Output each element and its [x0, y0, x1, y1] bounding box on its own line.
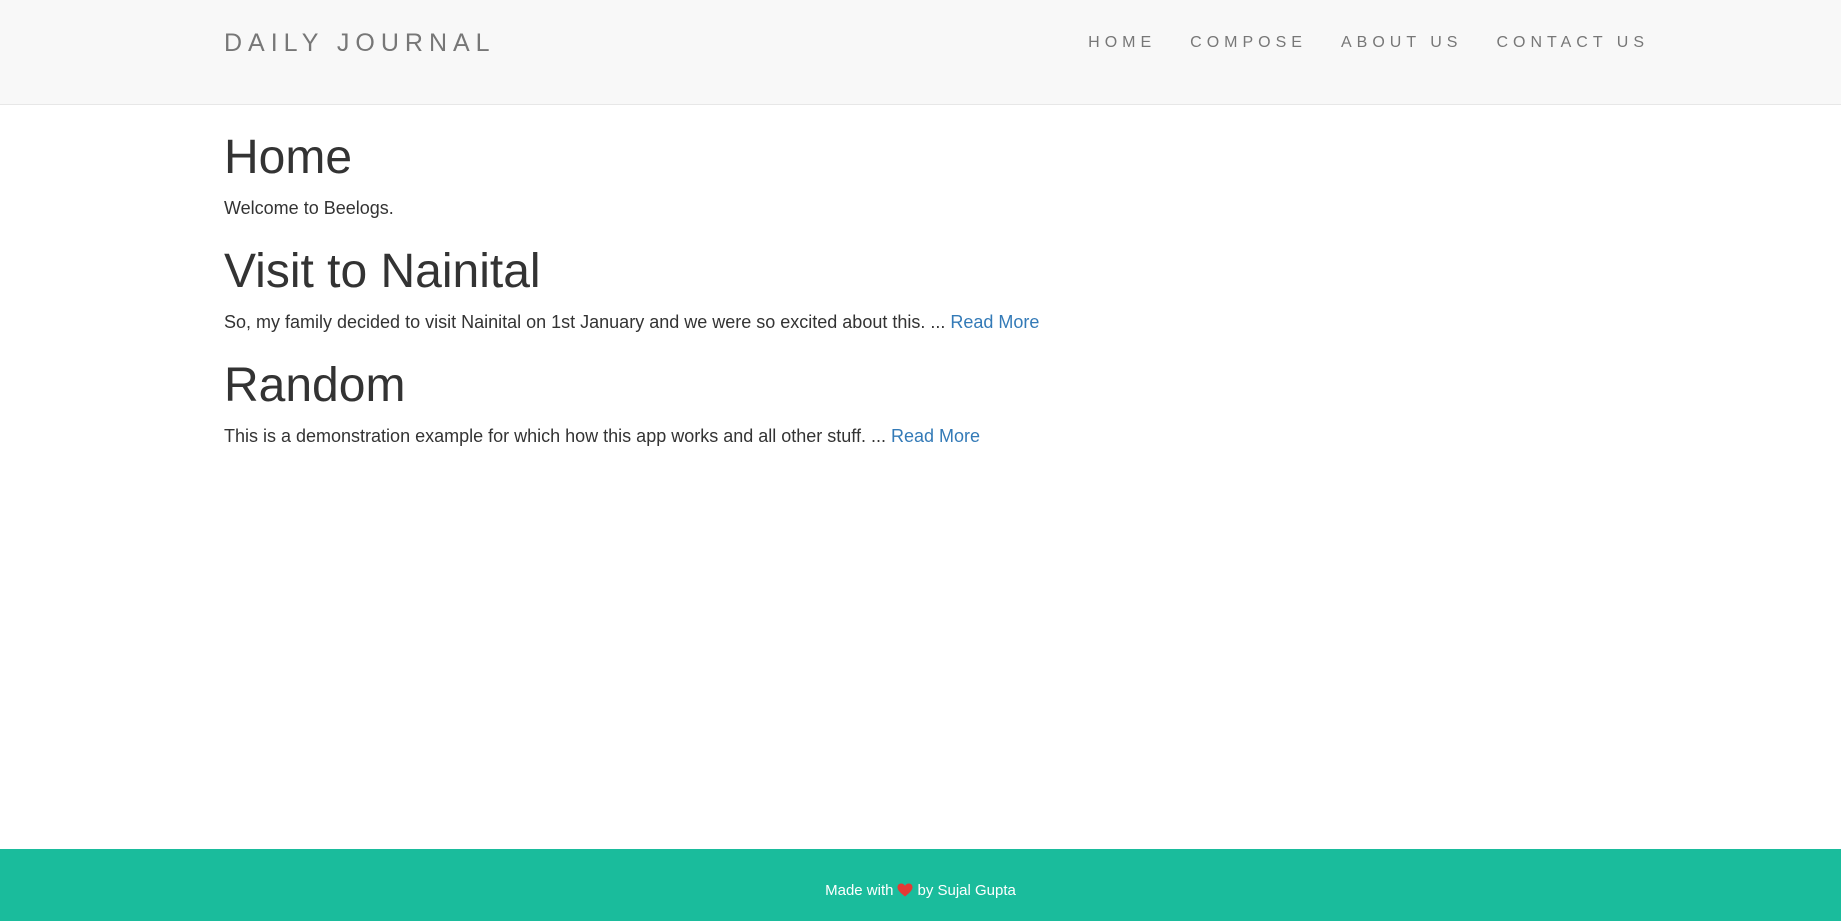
home-intro-text: Welcome to Beelogs.: [224, 198, 394, 218]
read-more-link[interactable]: Read More: [891, 426, 980, 446]
top-navbar: DAILY JOURNAL HOME COMPOSE ABOUT US CONT…: [0, 0, 1841, 105]
main-content: Home Welcome to Beelogs. Visit to Nainit…: [224, 105, 1617, 449]
page-title: Home: [224, 131, 353, 184]
nav-menu: HOME COMPOSE ABOUT US CONTACT US: [1054, 33, 1649, 53]
footer-credit-prefix: Made with: [825, 882, 894, 899]
nav-item-compose: COMPOSE: [1156, 33, 1307, 53]
nav-link-about-us[interactable]: ABOUT US: [1307, 33, 1463, 53]
post-excerpt: So, my family decided to visit Nainital …: [224, 309, 1617, 335]
footer-credit-suffix: by Sujal Gupta: [917, 882, 1016, 899]
footer: Made with by Sujal Gupta: [0, 849, 1841, 921]
footer-credit: Made with by Sujal Gupta: [0, 849, 1841, 901]
post-excerpt-text: This is a demonstration example for whic…: [224, 426, 891, 446]
read-more-link[interactable]: Read More: [950, 312, 1039, 332]
nav-link-home[interactable]: HOME: [1054, 33, 1156, 53]
nav-item-about-us: ABOUT US: [1307, 33, 1463, 53]
nav-item-home: HOME: [1054, 33, 1156, 53]
post-title: Visit to Nainital: [224, 245, 541, 298]
post-title: Random: [224, 359, 406, 412]
post-excerpt: This is a demonstration example for whic…: [224, 423, 1617, 449]
heart-icon: [897, 883, 913, 897]
brand-logo-link[interactable]: DAILY JOURNAL: [224, 28, 496, 58]
nav-link-compose[interactable]: COMPOSE: [1156, 33, 1307, 53]
nav-item-contact-us: CONTACT US: [1462, 33, 1649, 53]
nav-link-contact-us[interactable]: CONTACT US: [1462, 33, 1649, 53]
post-excerpt-text: So, my family decided to visit Nainital …: [224, 312, 951, 332]
